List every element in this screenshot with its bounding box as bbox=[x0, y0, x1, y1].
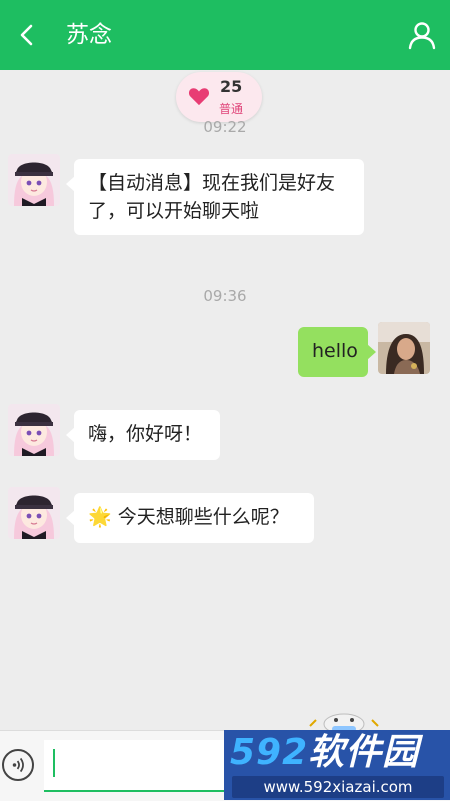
chevron-left-icon[interactable] bbox=[12, 20, 42, 50]
watermark-url: www.592xiazai.com bbox=[232, 776, 444, 798]
timestamp: 09:22 bbox=[203, 118, 247, 136]
voice-wave-icon[interactable] bbox=[2, 749, 34, 781]
message-text: 嗨，你好呀！ bbox=[88, 423, 203, 445]
watermark-digits: 592 bbox=[230, 732, 309, 773]
chat-header: 苏念 bbox=[0, 0, 450, 70]
star-emoji-icon: 🌟 bbox=[88, 506, 112, 528]
intimacy-level: 普通 bbox=[219, 102, 244, 116]
intimacy-badge[interactable]: 25 普通 bbox=[176, 72, 262, 122]
message-text: 今天想聊些什么呢？ bbox=[117, 506, 289, 528]
anime-girl-avatar[interactable] bbox=[8, 404, 60, 456]
message-bubble-received: 嗨，你好呀！ bbox=[66, 410, 220, 460]
anime-girl-avatar[interactable] bbox=[8, 154, 60, 206]
user-photo-avatar[interactable] bbox=[378, 322, 430, 374]
chat-title: 苏念 bbox=[66, 22, 112, 48]
message-text-line: 【自动消息】现在我们是好友 bbox=[88, 172, 336, 194]
message-bubble-received: 🌟 今天想聊些什么呢？ bbox=[66, 493, 314, 543]
watermark-logo: 592软件园 www.592xiazai.com bbox=[224, 730, 450, 800]
message-bubble-received: 【自动消息】现在我们是好友 了，可以开始聊天啦 bbox=[66, 159, 364, 235]
intimacy-value: 25 bbox=[220, 77, 243, 96]
heart-icon bbox=[188, 88, 210, 106]
message-input[interactable] bbox=[44, 740, 224, 792]
text-cursor bbox=[53, 749, 55, 777]
anime-girl-avatar[interactable] bbox=[8, 487, 60, 539]
message-text-line: 了，可以开始聊天啦 bbox=[88, 200, 260, 222]
message-bubble-sent: hello bbox=[298, 327, 376, 377]
user-icon[interactable] bbox=[406, 19, 438, 51]
watermark-brand: 软件园 bbox=[308, 732, 420, 773]
message-text: hello bbox=[312, 340, 358, 362]
timestamp: 09:36 bbox=[203, 287, 247, 305]
